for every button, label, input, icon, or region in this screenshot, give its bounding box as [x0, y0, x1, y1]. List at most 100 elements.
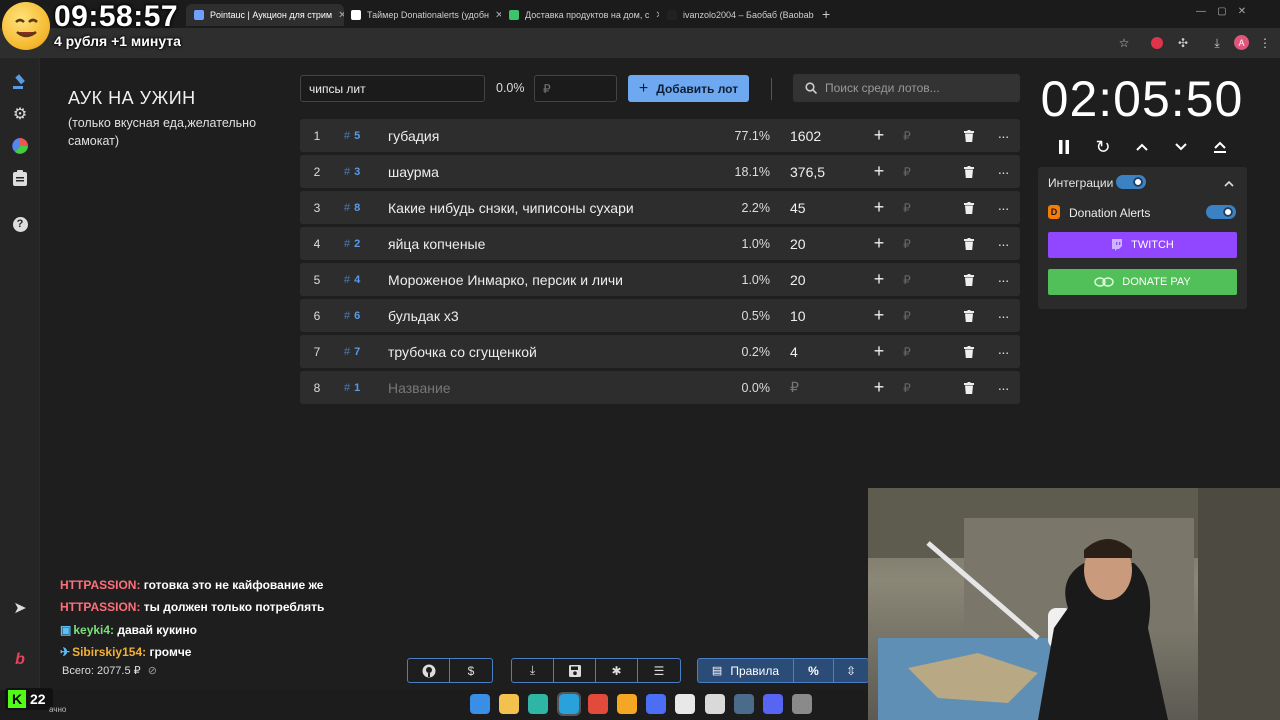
add-time-chevron-up-icon[interactable]	[1131, 137, 1153, 157]
extension-icon[interactable]	[1151, 37, 1163, 49]
lot-name-input[interactable]: трубочка со сгущенкой	[388, 335, 718, 368]
pause-icon[interactable]	[1053, 137, 1075, 157]
import-download-icon[interactable]: ⤓	[512, 659, 554, 682]
add-amount-input[interactable]: ₽	[900, 191, 914, 224]
bookmark-star-icon[interactable]: ☆	[1115, 34, 1133, 52]
steam-icon[interactable]	[734, 694, 754, 714]
add-amount-input[interactable]: ₽	[900, 335, 914, 368]
rules-button[interactable]: ▤ Правила	[698, 659, 794, 682]
compact-view-icon[interactable]: ⇳	[834, 659, 868, 682]
subtract-time-chevron-down-icon[interactable]	[1170, 137, 1192, 157]
stats-app-icon[interactable]	[646, 694, 666, 714]
calculator-icon[interactable]	[792, 694, 812, 714]
add-amount-plus-icon[interactable]: +	[872, 227, 886, 260]
delete-trash-icon[interactable]	[962, 155, 976, 188]
more-options-icon[interactable]: ···	[994, 119, 1012, 152]
more-options-icon[interactable]: ···	[994, 155, 1012, 188]
minimize-icon[interactable]: —	[1196, 6, 1206, 17]
obs-icon[interactable]	[705, 694, 725, 714]
lot-amount-input[interactable]: ₽	[534, 75, 617, 102]
percent-toggle-button[interactable]: %	[794, 659, 834, 682]
yandex-icon[interactable]	[617, 694, 637, 714]
donate-dollar-icon[interactable]: $	[450, 659, 492, 682]
lot-name-input[interactable]: яйца копченые	[388, 227, 718, 260]
bug-report-icon[interactable]: ✱	[596, 659, 638, 682]
lot-name-input[interactable]: шаурма	[388, 155, 718, 188]
delete-trash-icon[interactable]	[962, 227, 976, 260]
browser-tab[interactable]: ivanzolo2004 – Баобаб (Baobab✕	[659, 4, 817, 26]
browser-menu-icon[interactable]: ⋮	[1256, 34, 1274, 52]
browser-tab[interactable]: Pointauc | Аукцион для стрим ✕	[186, 4, 344, 26]
profile-avatar[interactable]: A	[1234, 35, 1249, 50]
capcut-icon[interactable]	[675, 694, 695, 714]
more-options-icon[interactable]: ···	[994, 335, 1012, 368]
wheel-pie-icon[interactable]	[8, 134, 32, 158]
telegram-icon[interactable]: ➤	[8, 596, 32, 620]
browser-tab[interactable]: Доставка продуктов на дом, с✕	[501, 4, 659, 26]
download-icon[interactable]: ⤓	[1208, 34, 1226, 52]
boosty-icon[interactable]: b	[8, 648, 32, 672]
reset-timer-icon[interactable]: ↻	[1092, 137, 1114, 157]
lot-name-input[interactable]: Название	[388, 371, 718, 404]
add-amount-input[interactable]: ₽	[900, 371, 914, 404]
lot-name-input[interactable]: бульдак х3	[388, 299, 718, 332]
extensions-puzzle-icon[interactable]: ✣	[1174, 34, 1192, 52]
lot-amount[interactable]: ₽	[790, 371, 860, 404]
add-amount-input[interactable]: ₽	[900, 119, 914, 152]
more-options-icon[interactable]: ···	[994, 191, 1012, 224]
clear-lots-icon[interactable]: ☰	[638, 659, 680, 682]
delete-trash-icon[interactable]	[962, 335, 976, 368]
add-amount-plus-icon[interactable]: +	[872, 371, 886, 404]
more-options-icon[interactable]: ···	[994, 371, 1012, 404]
more-options-icon[interactable]: ···	[994, 299, 1012, 332]
delete-trash-icon[interactable]	[962, 299, 976, 332]
discord-icon[interactable]	[763, 694, 783, 714]
close-window-icon[interactable]: ✕	[1238, 6, 1246, 17]
collapse-chevron-icon[interactable]	[1224, 175, 1234, 193]
add-amount-plus-icon[interactable]: +	[872, 155, 886, 188]
add-amount-plus-icon[interactable]: +	[872, 263, 886, 296]
windows-start-icon[interactable]	[470, 694, 490, 714]
add-amount-plus-icon[interactable]: +	[872, 191, 886, 224]
add-amount-plus-icon[interactable]: +	[872, 119, 886, 152]
clipboard-history-icon[interactable]	[8, 166, 32, 190]
settings-gear-icon[interactable]: ⚙	[8, 102, 32, 126]
lot-amount[interactable]: 45	[790, 191, 860, 224]
add-lot-button[interactable]: + Добавить лот	[628, 75, 749, 102]
double-time-icon[interactable]	[1209, 137, 1231, 157]
lot-name-input[interactable]: чипсы лит	[300, 75, 485, 102]
donatepay-button[interactable]: DONATE PAY	[1048, 269, 1237, 295]
add-amount-input[interactable]: ₽	[900, 263, 914, 296]
add-amount-plus-icon[interactable]: +	[872, 335, 886, 368]
hide-eye-icon[interactable]: ⊘	[148, 665, 157, 677]
add-amount-input[interactable]: ₽	[900, 299, 914, 332]
new-tab-button[interactable]: +	[822, 6, 830, 22]
lot-name-input[interactable]: Мороженое Инмарко, персик и личи	[388, 263, 718, 296]
add-amount-plus-icon[interactable]: +	[872, 299, 886, 332]
save-icon[interactable]	[554, 659, 596, 682]
lot-name-input[interactable]: губадия	[388, 119, 718, 152]
lot-amount[interactable]: 1602	[790, 119, 860, 152]
lot-amount[interactable]: 4	[790, 335, 860, 368]
delete-trash-icon[interactable]	[962, 371, 976, 404]
browser-tab[interactable]: Таймер Donationalerts (удобн ✕	[343, 4, 501, 26]
lot-name-input[interactable]: Какие нибудь снэки, чиписоны сухари	[388, 191, 718, 224]
lot-amount[interactable]: 20	[790, 263, 860, 296]
file-explorer-icon[interactable]	[499, 694, 519, 714]
lot-amount[interactable]: 376,5	[790, 155, 860, 188]
add-amount-input[interactable]: ₽	[900, 155, 914, 188]
integrations-toggle[interactable]	[1116, 175, 1146, 189]
help-question-icon[interactable]: ?	[8, 212, 32, 236]
delete-trash-icon[interactable]	[962, 263, 976, 296]
delete-trash-icon[interactable]	[962, 119, 976, 152]
donation-alerts-toggle[interactable]	[1206, 205, 1236, 219]
maximize-icon[interactable]: ▢	[1217, 6, 1226, 17]
github-icon[interactable]	[408, 659, 450, 682]
edge-browser-icon[interactable]	[528, 694, 548, 714]
chrome-icon[interactable]	[588, 694, 608, 714]
lot-amount[interactable]: 20	[790, 227, 860, 260]
more-options-icon[interactable]: ···	[994, 227, 1012, 260]
twitch-button[interactable]: TWITCH	[1048, 232, 1237, 258]
telegram-app-icon[interactable]	[557, 692, 581, 716]
add-amount-input[interactable]: ₽	[900, 227, 914, 260]
